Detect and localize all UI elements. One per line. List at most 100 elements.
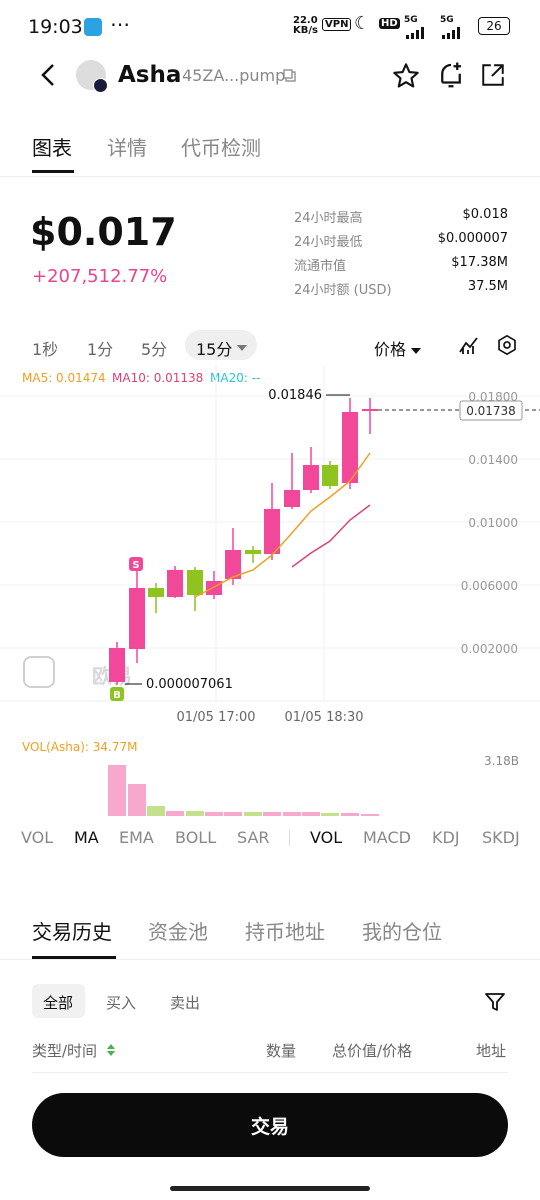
buy-marker-label: B [113,690,121,701]
timeframe-15m[interactable]: 15分 [196,336,232,360]
home-indicator [170,1186,370,1191]
filter-buy[interactable]: 买入 [106,992,136,1026]
status-time: 19:03 [28,16,83,38]
filter-funnel-icon[interactable] [484,991,506,1017]
column-quantity: 数量 [266,1042,297,1060]
stat-value-volume: 37.5M [467,279,508,294]
sell-marker-label: S [132,560,139,571]
volume-bar [244,812,262,816]
trade-button[interactable]: 交易 [32,1093,508,1157]
telegram-icon [84,18,102,36]
back-arrow-icon[interactable] [38,62,58,92]
y-tick-label: 0.006000 [461,579,518,593]
tab-details[interactable]: 详情 [107,132,147,161]
low-callout-label: 0.000007061 [146,677,233,692]
high-callout-label: 0.01846 [268,388,322,403]
stat-label-low: 24小时最低 [294,235,363,250]
signal-2-icon [442,24,466,44]
x-tick-label: 01/05 17:00 [176,710,255,725]
candle-body [206,581,222,595]
star-icon[interactable] [392,62,420,94]
price-chart[interactable]: 0.018000.014000.010000.0060000.00200001/… [0,365,540,725]
candle-body [264,509,280,554]
filter-sell[interactable]: 卖出 [170,992,200,1026]
stat-label-mcap: 流通市值 [294,259,347,274]
volume-bar [205,812,223,816]
token-header: Asha 45ZA...pump [0,52,540,102]
indicator-kdj[interactable]: KDJ [432,828,460,847]
indicator-vol-sub[interactable]: VOL [310,828,342,847]
caret-down-icon [236,338,248,357]
candle-body [148,588,164,597]
indicator-sar[interactable]: SAR [237,828,270,847]
vpn-badge: VPN [322,18,352,31]
candle-body [284,490,300,507]
watermark-logo-icon [23,656,55,688]
timeframe-5m[interactable]: 5分 [141,336,167,360]
candle-body [129,588,145,649]
tab-chart[interactable]: 图表 [32,132,72,161]
token-address: 45ZA...pump [182,66,286,85]
indicator-skdj[interactable]: SKDJ [482,828,520,847]
alert-add-icon[interactable] [436,60,466,94]
tab-holders[interactable]: 持币地址 [245,916,325,945]
stat-label-high: 24小时最高 [294,211,363,226]
tab-my-position[interactable]: 我的仓位 [362,916,442,945]
indicator-chart-icon[interactable] [458,334,480,360]
volume-bar [186,811,204,816]
hd-badge: HD [379,18,400,29]
column-type-time[interactable]: 类型/时间 [32,1040,97,1061]
y-tick-label: 0.01400 [468,453,518,467]
stat-value-high: $0.018 [462,207,509,222]
table-header-divider [32,1072,508,1073]
current-price-label: 0.01738 [466,404,516,418]
battery-indicator: 26 [478,17,510,35]
volume-chart [108,765,379,816]
candle-body [322,465,338,486]
signal-1-icon [406,24,430,44]
candle-body [303,465,319,490]
net-speed: 22.0 KB/s [293,15,318,36]
y-tick-label: 0.002000 [461,642,518,656]
filter-all[interactable]: 全部 [43,992,73,1026]
tab-trade-history[interactable]: 交易历史 [32,916,112,945]
current-price: $0.017 [30,210,177,254]
copy-icon[interactable] [283,68,297,87]
timeframe-1m[interactable]: 1分 [87,336,113,360]
volume-bar [128,784,146,816]
volume-legend: VOL(Asha): 34.77M [22,740,138,754]
top-tabs: 图表 详情 代币检测 [0,120,540,177]
status-bar: 19:03 ⋯ 22.0 KB/s VPN ☾ HD 5G 5G 26 [0,0,540,52]
sort-icon[interactable] [106,1042,116,1061]
candle-body [187,570,203,595]
volume-bar [263,812,281,816]
chart-settings-icon[interactable] [496,334,518,360]
volume-bar [147,806,165,816]
indicator-divider [289,830,290,846]
price-toggle-caret-icon [411,340,421,359]
share-icon[interactable] [480,62,506,92]
column-value-price: 总价值/价格 [332,1042,413,1060]
x-tick-label: 01/05 18:30 [284,710,363,725]
tab-token-check[interactable]: 代币检测 [181,132,261,161]
indicator-macd[interactable]: MACD [363,828,411,847]
token-name: Asha [118,62,182,88]
volume-bar [361,814,379,816]
volume-bar [283,812,301,816]
indicator-ema[interactable]: EMA [119,828,154,847]
y-tick-label: 0.01000 [468,516,518,530]
price-toggle[interactable]: 价格 [374,336,406,360]
timeframe-1s[interactable]: 1秒 [32,336,58,360]
candle-body [245,550,261,554]
tab-liquidity-pool[interactable]: 资金池 [148,916,208,945]
moon-icon: ☾ [354,13,371,34]
indicator-ma[interactable]: MA [74,828,99,847]
indicator-boll[interactable]: BOLL [175,828,216,847]
stat-label-volume: 24小时额 (USD) [294,283,392,298]
ma10-line [291,504,371,568]
volume-bar [166,811,184,816]
active-tab-indicator [32,170,74,173]
stat-value-mcap: $17.38M [451,255,508,270]
indicator-vol-main[interactable]: VOL [21,828,53,847]
more-dots-icon: ⋯ [110,12,130,36]
